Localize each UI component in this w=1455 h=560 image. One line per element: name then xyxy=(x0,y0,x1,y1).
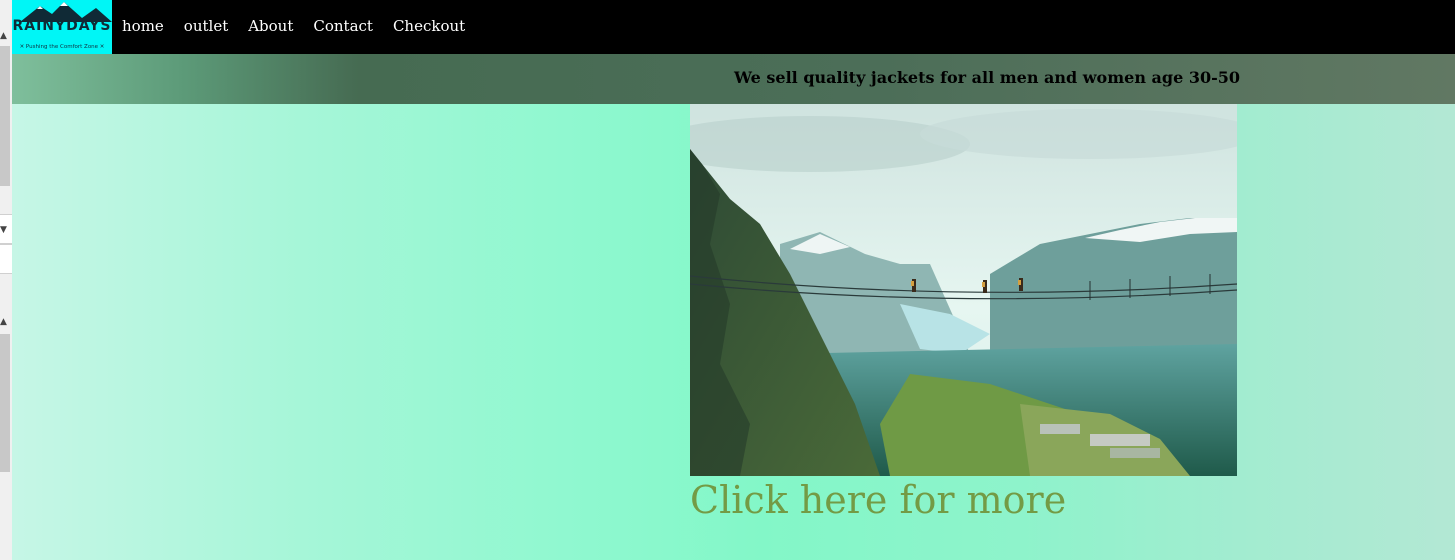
promo-banner: We sell quality jackets for all men and … xyxy=(12,54,1455,104)
nav-home-link[interactable]: home xyxy=(122,17,164,35)
scroll-up-arrow-icon[interactable]: ▲ xyxy=(0,32,7,41)
top-navbar: RAINYDAYS ✕ Pushing the Comfort Zone ✕ h… xyxy=(12,0,1455,54)
brand-name: RAINYDAYS xyxy=(12,18,112,34)
site-logo[interactable]: RAINYDAYS ✕ Pushing the Comfort Zone ✕ xyxy=(12,0,112,54)
banner-text: We sell quality jackets for all men and … xyxy=(734,68,1241,87)
brand-tagline: ✕ Pushing the Comfort Zone ✕ xyxy=(19,44,105,50)
scrollbar-thumb[interactable] xyxy=(0,334,10,472)
gutter-panel xyxy=(0,244,12,274)
scrollbar-thumb[interactable] xyxy=(0,46,10,186)
main-nav: home outlet About Contact Checkout xyxy=(122,17,485,35)
nav-checkout-link[interactable]: Checkout xyxy=(393,17,465,35)
dropdown-arrow-icon[interactable]: ▼ xyxy=(0,226,7,235)
main-content: Click here for more xyxy=(12,104,1455,560)
nav-outlet-link[interactable]: outlet xyxy=(184,17,228,35)
click-more-link[interactable]: Click here for more xyxy=(690,478,1066,522)
nav-about-link[interactable]: About xyxy=(248,17,293,35)
scroll-up-arrow-icon[interactable]: ▲ xyxy=(0,318,7,327)
nav-contact-link[interactable]: Contact xyxy=(313,17,373,35)
hero-image xyxy=(690,104,1237,476)
